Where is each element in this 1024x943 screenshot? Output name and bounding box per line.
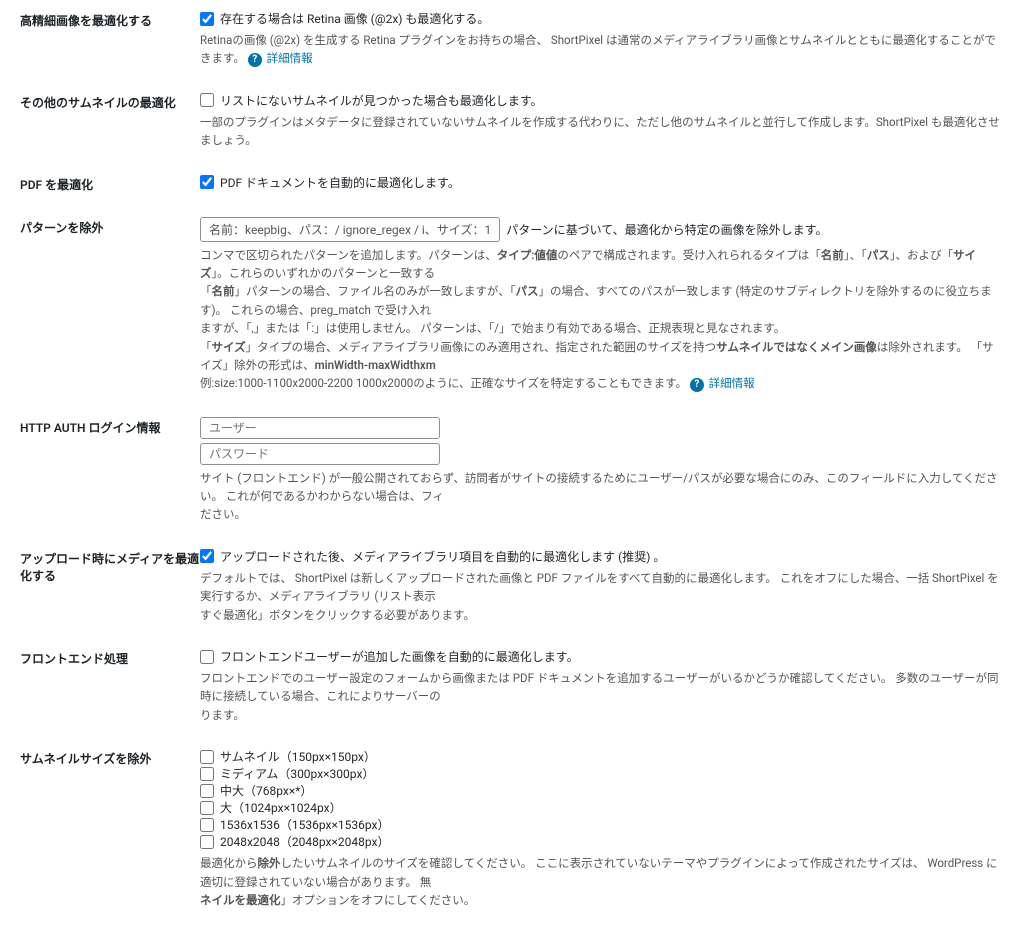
frontend-label: フロントエンド処理 (20, 648, 200, 667)
thumb-size-item[interactable]: 2048x2048（2048px×2048px） (200, 833, 1004, 850)
thumb-sizes-list: サムネイル（150px×150px） ミディアム（300px×300px） 中大… (200, 748, 1004, 850)
pdf-checkbox-wrap[interactable]: PDF ドキュメントを自動的に最適化します。 (200, 174, 1004, 191)
retina-checkbox[interactable] (200, 12, 214, 26)
other-thumbs-checkbox-text: リストにないサムネイルが見つかった場合も最適化します。 (220, 92, 543, 109)
pdf-label: PDF を最適化 (20, 174, 200, 193)
other-thumbs-label: その他のサムネイルの最適化 (20, 92, 200, 111)
frontend-checkbox[interactable] (200, 650, 214, 664)
other-thumbs-checkbox[interactable] (200, 93, 214, 107)
pdf-checkbox[interactable] (200, 175, 214, 189)
thumb-size-item[interactable]: サムネイル（150px×150px） (200, 748, 1004, 765)
upload-opt-checkbox-text: アップロードされた後、メディアライブラリ項目を自動的に最適化します (推奨) 。 (220, 548, 665, 565)
thumb-sizes-label: サムネイルサイズを除外 (20, 748, 200, 767)
thumb-size-checkbox[interactable] (200, 784, 214, 798)
frontend-checkbox-text: フロントエンドユーザーが追加した画像を自動的に最適化します。 (220, 648, 579, 665)
exclude-more-link[interactable]: 詳細情報 (709, 376, 755, 390)
upload-opt-desc: デフォルトでは、 ShortPixel は新しくアップロードされた画像と PDF… (200, 571, 999, 603)
upload-opt-checkbox-wrap[interactable]: アップロードされた後、メディアライブラリ項目を自動的に最適化します (推奨) 。 (200, 548, 1004, 565)
http-auth-desc: サイト (フロントエンド) が一般公開されておらず、訪問者がサイトの接続するため… (200, 471, 998, 503)
http-auth-user-input[interactable] (200, 417, 440, 439)
thumb-size-item[interactable]: ミディアム（300px×300px） (200, 765, 1004, 782)
thumb-size-item[interactable]: 大（1024px×1024px） (200, 799, 1004, 816)
thumb-size-checkbox[interactable] (200, 801, 214, 815)
thumb-size-checkbox[interactable] (200, 818, 214, 832)
info-icon: ? (690, 378, 704, 392)
frontend-checkbox-wrap[interactable]: フロントエンドユーザーが追加した画像を自動的に最適化します。 (200, 648, 1004, 665)
http-auth-label: HTTP AUTH ログイン情報 (20, 417, 200, 436)
thumb-size-checkbox[interactable] (200, 835, 214, 849)
upload-opt-label: アップロード時にメディアを最適化する (20, 548, 200, 584)
exclude-inline-desc: パターンに基づいて、最適化から特定の画像を除外します。 (506, 221, 827, 238)
retina-desc: Retinaの画像 (@2x) を生成する Retina プラグインをお持ちの場… (200, 33, 996, 65)
thumb-size-item[interactable]: 中大（768px×*） (200, 782, 1004, 799)
thumb-size-item[interactable]: 1536x1536（1536px×1536px） (200, 816, 1004, 833)
exclude-pattern-input[interactable]: 名前：keepbig、パス：/ ignore_regex / i、サイズ：1 (200, 217, 500, 242)
http-auth-pass-input[interactable] (200, 443, 440, 465)
exclude-label: パターンを除外 (20, 217, 200, 236)
retina-checkbox-text: 存在する場合は Retina 画像 (@2x) も最適化する。 (220, 10, 489, 27)
other-thumbs-desc: 一部のプラグインはメタデータに登録されていないサムネイルを作成する代わりに、ただ… (200, 113, 1004, 150)
retina-label: 高精細画像を最適化する (20, 10, 200, 29)
retina-more-link[interactable]: 詳細情報 (267, 51, 313, 65)
retina-checkbox-wrap[interactable]: 存在する場合は Retina 画像 (@2x) も最適化する。 (200, 10, 1004, 27)
upload-opt-checkbox[interactable] (200, 549, 214, 563)
frontend-desc: フロントエンドでのユーザー設定のフォームから画像または PDF ドキュメントを追… (200, 671, 998, 703)
pdf-checkbox-text: PDF ドキュメントを自動的に最適化します。 (220, 174, 460, 191)
other-thumbs-checkbox-wrap[interactable]: リストにないサムネイルが見つかった場合も最適化します。 (200, 92, 1004, 109)
info-icon: ? (248, 53, 262, 67)
thumb-size-checkbox[interactable] (200, 750, 214, 764)
thumb-size-checkbox[interactable] (200, 767, 214, 781)
